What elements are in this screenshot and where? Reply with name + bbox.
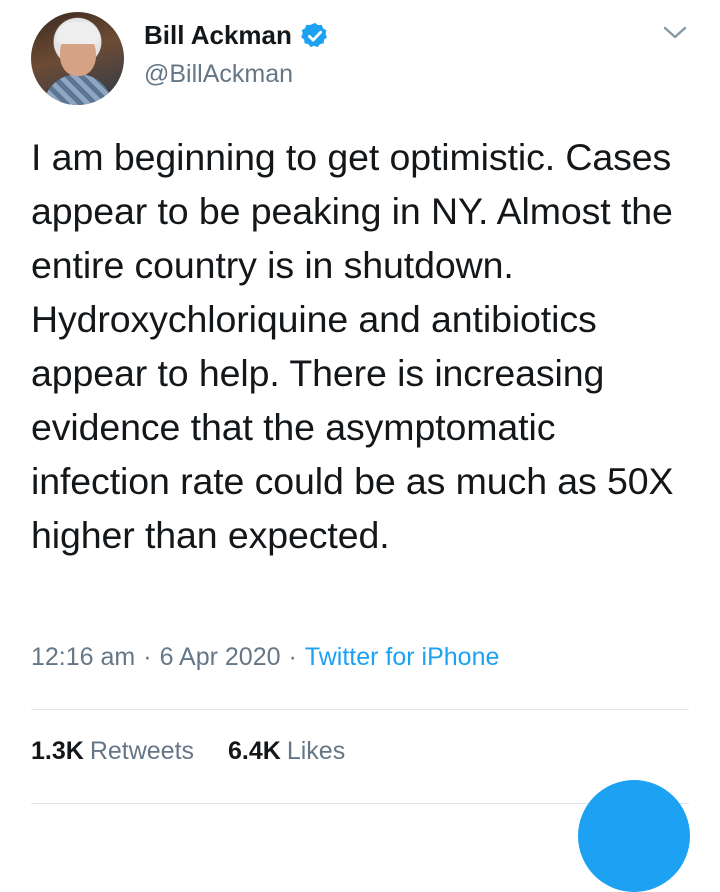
avatar[interactable] [31, 12, 124, 105]
retweets-count: 1.3K [31, 737, 84, 765]
tweet-meta: 12:16 am · 6 Apr 2020 · Twitter for iPhone [31, 643, 499, 672]
divider [31, 709, 689, 710]
avatar-shirt [43, 74, 113, 105]
author-display-name[interactable]: Bill Ackman [144, 20, 292, 51]
avatar-hair [56, 22, 100, 44]
tweet-source-link[interactable]: Twitter for iPhone [305, 643, 500, 671]
tweet-stats: 1.3K Retweets 6.4K Likes [31, 737, 345, 766]
verified-badge-icon [300, 21, 330, 51]
compose-fab-button[interactable] [578, 780, 690, 892]
tweet-header: Bill Ackman @BillAckman [0, 0, 720, 110]
author-handle[interactable]: @BillAckman [144, 60, 293, 89]
likes-stat[interactable]: 6.4K Likes [228, 737, 345, 765]
tweet-time[interactable]: 12:16 am [31, 643, 135, 671]
retweets-label: Retweets [89, 737, 195, 765]
retweets-stat[interactable]: 1.3K Retweets [31, 737, 194, 765]
likes-label: Likes [286, 737, 346, 765]
tweet-date[interactable]: 6 Apr 2020 [160, 643, 281, 671]
tweet-text: I am beginning to get optimistic. Cases … [31, 136, 674, 556]
meta-separator: · [288, 643, 297, 671]
meta-separator: · [143, 643, 152, 671]
author-name-row[interactable]: Bill Ackman [144, 20, 330, 51]
chevron-down-icon[interactable] [662, 22, 688, 44]
likes-count: 6.4K [228, 737, 281, 765]
